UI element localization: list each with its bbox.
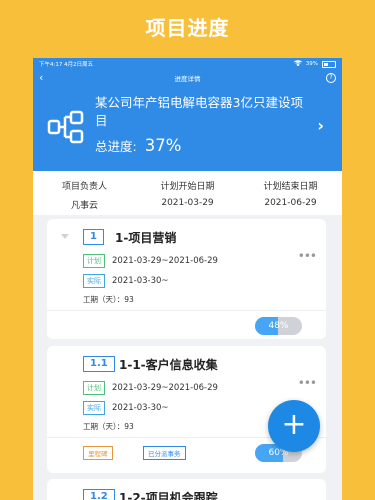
info-plan-start: 计划开始日期 2021-03-29 <box>136 171 239 215</box>
work-duration: 工期（天）：93 <box>83 295 134 304</box>
battery-percent: 39% <box>305 61 318 67</box>
task-title: 1-1-客户信息收集 <box>119 358 218 372</box>
actual-dates: 2021-03-30~ <box>112 403 169 413</box>
project-summary-card[interactable]: 某公司年产铝电解电容器3亿只建设项目 总进度: 37% › <box>33 86 342 171</box>
more-icon[interactable]: ••• <box>298 249 317 263</box>
nav-bar: ‹ 进度详情 ? <box>33 70 342 86</box>
plan-tag: 计划 <box>83 381 105 395</box>
actual-tag: 实际 <box>83 274 105 288</box>
info-value: 2021-06-29 <box>264 198 317 208</box>
info-value: 2021-03-29 <box>161 198 214 208</box>
task-code: 1.1 <box>83 356 115 372</box>
task-title: 1-项目营销 <box>115 231 177 245</box>
info-label: 计划开始日期 <box>160 182 215 192</box>
add-button[interactable]: + <box>268 400 320 452</box>
task-progress-bar: 48% <box>255 317 302 335</box>
page-banner-title: 项目进度 <box>145 16 230 40</box>
info-label: 计划结束日期 <box>263 182 318 192</box>
work-duration: 工期（天）：93 <box>83 422 134 431</box>
info-label: 项目负责人 <box>61 182 107 192</box>
actual-row: 实际 2021-03-30~ <box>83 274 169 288</box>
divider <box>47 310 326 311</box>
status-bar: 下午4:17 4月2日周五 39% <box>33 58 342 70</box>
battery-icon <box>322 60 336 68</box>
total-progress: 总进度: 37% <box>95 136 181 155</box>
org-chart-icon <box>47 110 84 144</box>
task-title: 1-2-项目机会跟踪 <box>119 491 218 500</box>
help-icon[interactable]: ? <box>326 73 336 83</box>
wifi-icon <box>293 60 303 68</box>
actual-tag: 实际 <box>83 401 105 415</box>
task-progress-text: 48% <box>268 321 289 331</box>
task-code: 1 <box>83 229 104 245</box>
chevron-right-icon[interactable]: › <box>317 116 324 135</box>
project-info-bar: 项目负责人 凡事云 计划开始日期 2021-03-29 计划结束日期 2021-… <box>33 171 342 215</box>
plan-row: 计划 2021-03-29~2021-06-29 <box>83 254 218 268</box>
actual-dates: 2021-03-30~ <box>112 276 169 286</box>
info-owner: 项目负责人 凡事云 <box>33 171 136 215</box>
dispatched-tag: 已分派事务 <box>143 446 186 460</box>
plan-dates: 2021-03-29~2021-06-29 <box>112 256 218 266</box>
status-time: 下午4:17 4月2日周五 <box>39 62 94 68</box>
nav-title: 进度详情 <box>174 75 201 83</box>
info-plan-end: 计划结束日期 2021-06-29 <box>239 171 342 215</box>
actual-row: 实际 2021-03-30~ <box>83 401 169 415</box>
project-name: 某公司年产铝电解电容器3亿只建设项目 <box>95 95 303 128</box>
plan-tag: 计划 <box>83 254 105 268</box>
back-icon[interactable]: ‹ <box>39 71 43 84</box>
milestone-tag: 里程碑 <box>83 446 113 460</box>
task-card[interactable]: 1 1-项目营销 计划 2021-03-29~2021-06-29 ••• 实际… <box>47 219 326 339</box>
total-progress-label: 总进度: <box>95 139 137 154</box>
task-code: 1.2 <box>83 489 115 500</box>
plan-row: 计划 2021-03-29~2021-06-29 <box>83 381 218 395</box>
task-card[interactable]: 1.2 1-2-项目机会跟踪 <box>47 479 326 500</box>
total-progress-value: 37% <box>144 136 182 155</box>
collapse-chevron-icon[interactable] <box>61 234 69 239</box>
more-icon[interactable]: ••• <box>298 376 317 390</box>
plan-dates: 2021-03-29~2021-06-29 <box>112 383 218 393</box>
info-value: 凡事云 <box>70 201 98 211</box>
